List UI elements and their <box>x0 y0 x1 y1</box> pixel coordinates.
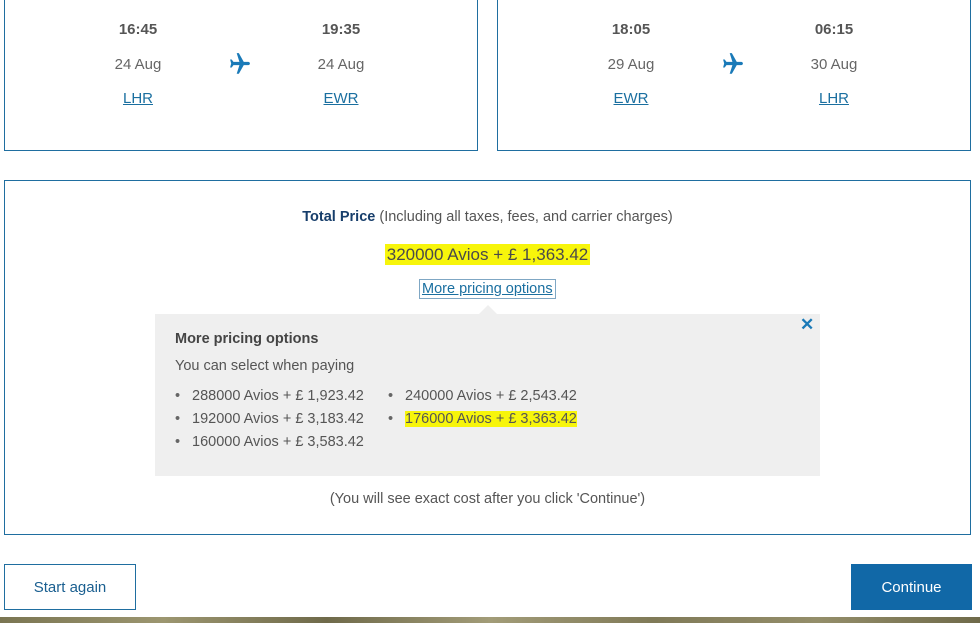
arrive-time: 06:15 <box>814 21 854 38</box>
depart-airport-link[interactable]: LHR <box>78 90 198 107</box>
pricing-option[interactable]: 192000 Avios + £ 3,183.42 <box>175 411 364 427</box>
depart-date: 29 Aug <box>607 56 655 73</box>
selected-price: 320000 Avios + £ 1,363.42 <box>5 244 970 265</box>
pricing-option[interactable]: 160000 Avios + £ 3,583.42 <box>175 434 364 450</box>
close-icon[interactable]: ✕ <box>800 316 814 333</box>
plane-icon <box>723 53 743 74</box>
arrive-date: 30 Aug <box>810 56 858 73</box>
pricing-option[interactable]: 240000 Avios + £ 2,543.42 <box>388 388 577 404</box>
total-price-label: Total Price <box>302 209 376 225</box>
pricing-option-label: 160000 Avios + £ 3,583.42 <box>192 434 364 450</box>
pricing-option-label: 192000 Avios + £ 3,183.42 <box>192 411 364 427</box>
depart-time: 16:45 <box>118 21 158 38</box>
popover-title: More pricing options <box>175 331 319 347</box>
pricing-option-label: 288000 Avios + £ 1,923.42 <box>192 388 364 404</box>
pricing-option-highlighted[interactable]: 176000 Avios + £ 3,363.42 <box>388 411 577 427</box>
outbound-flight-card: 16:45 24 Aug LHR 19:35 24 Aug EWR <box>4 0 478 151</box>
arrive-airport-link[interactable]: EWR <box>281 90 401 107</box>
price-summary-card: Total Price (Including all taxes, fees, … <box>4 180 971 535</box>
more-pricing-options-link[interactable]: More pricing options <box>419 279 556 299</box>
price-footnote: (You will see exact cost after you click… <box>329 491 646 507</box>
selected-price-value: 320000 Avios + £ 1,363.42 <box>384 244 591 265</box>
depart-airport-link[interactable]: EWR <box>571 90 691 107</box>
depart-time: 18:05 <box>611 21 651 38</box>
pricing-options-popover: More pricing options You can select when… <box>155 314 820 476</box>
arrive-airport-link[interactable]: LHR <box>774 90 894 107</box>
pricing-option-label: 176000 Avios + £ 3,363.42 <box>405 411 577 427</box>
total-price-line: Total Price (Including all taxes, fees, … <box>5 209 970 225</box>
continue-button[interactable]: Continue <box>851 564 972 610</box>
pricing-option[interactable]: 288000 Avios + £ 1,923.42 <box>175 388 364 404</box>
plane-icon <box>230 53 250 74</box>
inbound-flight-card: 18:05 29 Aug EWR 06:15 30 Aug LHR <box>497 0 971 151</box>
popover-subtitle: You can select when paying <box>175 358 355 374</box>
popover-arrow <box>479 305 497 314</box>
start-again-button[interactable]: Start again <box>4 564 136 610</box>
depart-date: 24 Aug <box>114 56 162 73</box>
arrive-date: 24 Aug <box>317 56 365 73</box>
background-strip <box>0 617 980 623</box>
total-price-note: (Including all taxes, fees, and carrier … <box>379 209 673 225</box>
arrive-time: 19:35 <box>321 21 361 38</box>
pricing-option-label: 240000 Avios + £ 2,543.42 <box>405 388 577 404</box>
